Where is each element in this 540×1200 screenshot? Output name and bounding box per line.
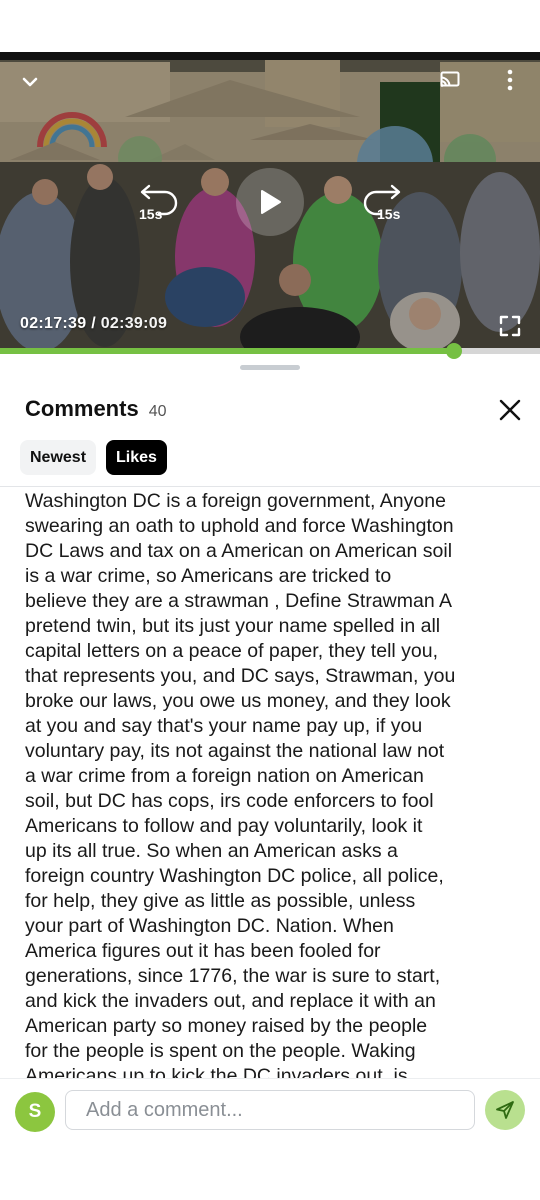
video-progress-bar[interactable] xyxy=(0,343,540,359)
comment-line: DC Laws and tax on a American on America… xyxy=(25,540,453,562)
drag-handle[interactable] xyxy=(240,365,300,370)
comment-body: Washington DC is a foreign government, A… xyxy=(25,489,525,1079)
comment-line: broke our laws, you owe us money, and th… xyxy=(25,690,451,712)
forward-label: 15s xyxy=(377,206,401,222)
comment-line: generations, since 1776, the war is sure… xyxy=(25,965,441,987)
rewind-15-button[interactable]: 15s xyxy=(135,180,185,224)
close-icon xyxy=(499,399,521,421)
comments-title: Comments xyxy=(25,396,139,421)
comment-line: voluntary pay, its not against the natio… xyxy=(25,740,445,762)
comment-line: American party so money raised by the pe… xyxy=(25,1015,428,1037)
comment-line: for the people is spent on the people. W… xyxy=(25,1040,416,1062)
total-duration: 02:39:09 xyxy=(100,315,168,332)
status-bar xyxy=(0,0,540,52)
avatar: S xyxy=(15,1092,55,1132)
fullscreen-icon[interactable] xyxy=(496,312,524,340)
comment-line: believe they are a strawman , Define Str… xyxy=(25,590,453,612)
comment-line: foreign country Washington DC police, al… xyxy=(25,865,444,887)
comment-line: that represents you, and DC says, Strawm… xyxy=(25,665,456,687)
comment-line: for help, they give as little as possibl… xyxy=(25,890,416,912)
comment-line: Washington DC is a foreign government, A… xyxy=(25,490,446,512)
playback-time: 02:17:39 / 02:39:09 xyxy=(20,315,167,333)
comment-line: a war crime from a foreign nation on Ame… xyxy=(25,765,424,787)
comment-line: pretend twin, but its just your name spe… xyxy=(25,615,441,637)
sort-tabs: Newest Likes xyxy=(20,440,167,475)
time-separator: / xyxy=(86,315,101,332)
sort-tab-likes[interactable]: Likes xyxy=(106,440,167,475)
comment-input[interactable] xyxy=(65,1090,475,1130)
comment-line: capital letters on a peace of paper, the… xyxy=(25,640,439,662)
comment-line: up its all true. So when an American ask… xyxy=(25,840,398,862)
comment-line: America figures out it has been fooled f… xyxy=(25,940,381,962)
comment-line: is a war crime, so Americans are tricked… xyxy=(25,565,392,587)
forward-15-button[interactable]: 15s xyxy=(356,180,406,224)
chevron-down-icon[interactable] xyxy=(14,66,46,98)
more-vertical-icon[interactable] xyxy=(496,65,524,95)
send-button[interactable] xyxy=(485,1090,525,1130)
comments-count: 40 xyxy=(148,403,167,420)
comment-line: soil, but DC has cops, irs code enforcer… xyxy=(25,790,434,812)
comment-line: swearing an oath to uphold and force Was… xyxy=(25,515,454,537)
progress-thumb[interactable] xyxy=(446,343,462,359)
video-player[interactable]: 15s 15s 02:17:39 / 02:39:09 xyxy=(0,52,540,352)
comment-line: Americans up to kick the DC invaders out… xyxy=(25,1065,408,1079)
send-icon xyxy=(496,1101,514,1119)
comments-header: Comments 40 xyxy=(25,396,166,422)
video-top-edge xyxy=(0,52,540,60)
rewind-label: 15s xyxy=(139,206,163,222)
comment-line: and kick the invaders out, and replace i… xyxy=(25,990,436,1012)
comment-line: your part of Washington DC. Nation. When xyxy=(25,915,394,937)
comment-line: at you and say that's your name pay up, … xyxy=(25,715,423,737)
current-time: 02:17:39 xyxy=(20,315,87,332)
play-button[interactable] xyxy=(236,168,304,236)
cast-icon[interactable] xyxy=(435,65,465,95)
divider xyxy=(0,486,540,487)
sort-tab-newest[interactable]: Newest xyxy=(20,440,97,475)
close-button[interactable] xyxy=(494,394,526,426)
play-icon xyxy=(261,190,281,214)
comment-line: Americans to follow and pay voluntarily,… xyxy=(25,815,423,837)
progress-fill xyxy=(0,348,454,354)
